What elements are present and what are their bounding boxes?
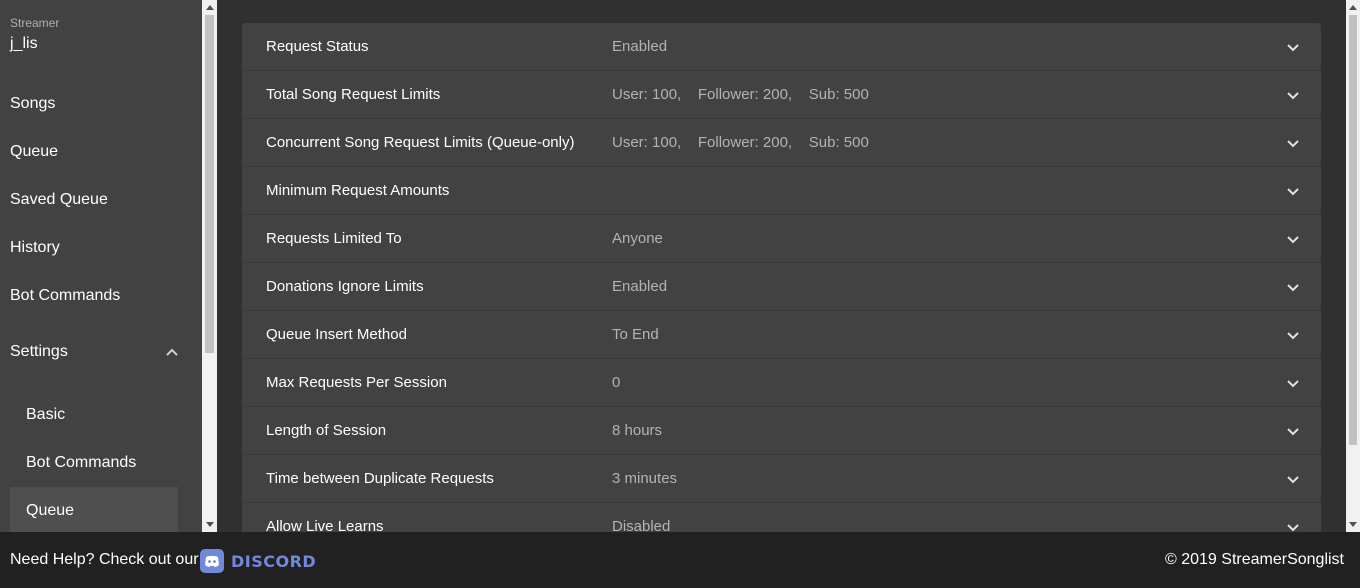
discord-wordmark: DISCORD <box>231 551 317 571</box>
chevron-down-icon <box>1287 92 1299 100</box>
nav-item-label: History <box>10 239 60 256</box>
setting-value: Disabled <box>612 518 671 532</box>
scroll-up-arrow-icon[interactable] <box>202 0 217 15</box>
setting-label: Minimum Request Amounts <box>266 182 450 199</box>
scroll-up-arrow-icon[interactable] <box>1346 0 1360 15</box>
setting-label: Donations Ignore Limits <box>266 278 424 295</box>
setting-row-total-limits[interactable]: Total Song Request Limits User: 100, Fol… <box>242 71 1321 119</box>
chevron-up-icon <box>164 328 180 376</box>
settings-sub-queue[interactable]: Queue <box>10 487 178 532</box>
scrollbar-thumb[interactable] <box>1349 15 1357 445</box>
queue-settings-panel: Request Status Enabled Total Song Reques… <box>242 23 1321 532</box>
setting-row-limited-to[interactable]: Requests Limited To Anyone <box>242 215 1321 263</box>
scroll-down-arrow-icon[interactable] <box>202 517 217 532</box>
nav-item-bot-commands[interactable]: Bot Commands <box>0 272 202 320</box>
sub-item-label: Queue <box>26 502 75 519</box>
main-content: Request Status Enabled Total Song Reques… <box>217 0 1346 532</box>
chevron-down-icon <box>1287 476 1299 484</box>
settings-sub-basic[interactable]: Basic <box>10 391 178 439</box>
setting-value: Enabled <box>612 38 668 55</box>
setting-label: Request Status <box>266 38 369 55</box>
setting-row-session-length[interactable]: Length of Session 8 hours <box>242 407 1321 455</box>
setting-value: 8 hours <box>612 422 663 439</box>
setting-value: Anyone <box>612 230 663 247</box>
setting-label: Length of Session <box>266 422 387 439</box>
setting-value: To End <box>612 326 659 343</box>
setting-row-max-per-session[interactable]: Max Requests Per Session 0 <box>242 359 1321 407</box>
nav-item-saved-queue[interactable]: Saved Queue <box>0 176 202 224</box>
nav-item-label: Queue <box>10 143 59 160</box>
sub-item-label: Bot Commands <box>26 454 137 471</box>
setting-value: 0 <box>612 374 621 391</box>
nav-item-label: Bot Commands <box>10 287 121 304</box>
chevron-down-icon <box>1287 380 1299 388</box>
setting-label: Total Song Request Limits <box>266 86 441 103</box>
setting-row-live-learns[interactable]: Allow Live Learns Disabled <box>242 503 1321 532</box>
discord-link[interactable]: DISCORD <box>199 548 316 574</box>
setting-row-minimum-amounts[interactable]: Minimum Request Amounts <box>242 167 1321 215</box>
chevron-down-icon <box>1287 236 1299 244</box>
setting-label: Max Requests Per Session <box>266 374 447 391</box>
nav-item-songs[interactable]: Songs <box>0 80 202 128</box>
setting-row-duplicate-time[interactable]: Time between Duplicate Requests 3 minute… <box>242 455 1321 503</box>
help-text: Need Help? Check out our <box>10 551 199 568</box>
chevron-down-icon <box>1287 332 1299 340</box>
setting-value: Enabled <box>612 278 668 295</box>
chevron-down-icon <box>1287 524 1299 532</box>
setting-label: Time between Duplicate Requests <box>266 470 494 487</box>
chevron-down-icon <box>1287 44 1299 52</box>
streamer-name: j_lis <box>10 35 38 52</box>
streamer-label: Streamer <box>10 16 60 30</box>
sidebar-scrollbar[interactable] <box>202 0 217 532</box>
copyright-text: © 2019 StreamerSonglist <box>1165 551 1344 568</box>
nav-item-history[interactable]: History <box>0 224 202 272</box>
setting-label: Requests Limited To <box>266 230 402 247</box>
setting-row-concurrent-limits[interactable]: Concurrent Song Request Limits (Queue-on… <box>242 119 1321 167</box>
scrollbar-thumb[interactable] <box>205 15 214 353</box>
setting-row-request-status[interactable]: Request Status Enabled <box>242 23 1321 71</box>
setting-value: User: 100, Follower: 200, Sub: 500 <box>612 134 869 151</box>
sidebar: Streamer j_lis Songs Queue Saved Queue H… <box>0 0 202 532</box>
settings-sub-bot-commands[interactable]: Bot Commands <box>10 439 178 487</box>
sub-item-label: Basic <box>26 406 66 423</box>
main-scrollbar[interactable] <box>1346 0 1360 532</box>
scroll-down-arrow-icon[interactable] <box>1346 517 1360 532</box>
chevron-down-icon <box>1287 284 1299 292</box>
chevron-down-icon <box>1287 188 1299 196</box>
chevron-down-icon <box>1287 140 1299 148</box>
setting-label: Allow Live Learns <box>266 518 384 532</box>
setting-value: User: 100, Follower: 200, Sub: 500 <box>612 86 869 103</box>
nav-item-label: Songs <box>10 95 56 112</box>
setting-label: Queue Insert Method <box>266 326 407 343</box>
setting-row-donations-ignore[interactable]: Donations Ignore Limits Enabled <box>242 263 1321 311</box>
setting-label: Concurrent Song Request Limits (Queue-on… <box>266 134 575 151</box>
setting-value: 3 minutes <box>612 470 678 487</box>
discord-logo-icon <box>200 549 224 573</box>
nav-item-label: Settings <box>10 343 68 360</box>
nav-item-settings[interactable]: Settings <box>0 328 202 376</box>
footer: Need Help? Check out our DISCORD © 2019 … <box>0 532 1360 588</box>
setting-row-insert-method[interactable]: Queue Insert Method To End <box>242 311 1321 359</box>
nav-item-queue[interactable]: Queue <box>0 128 202 176</box>
chevron-down-icon <box>1287 428 1299 436</box>
nav-item-label: Saved Queue <box>10 191 108 208</box>
